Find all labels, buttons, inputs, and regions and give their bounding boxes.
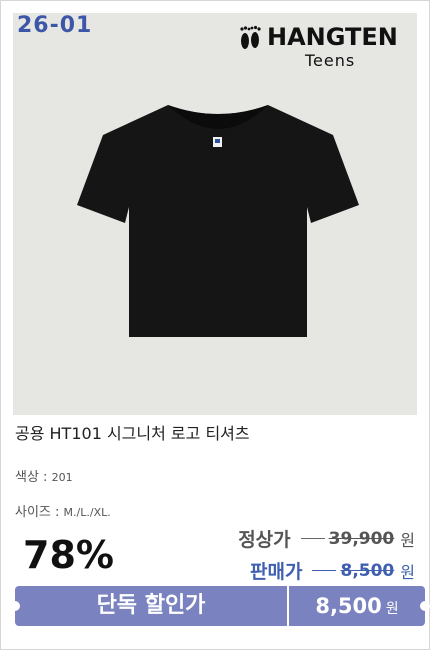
regular-price-row: 정상가 39,900 원 [238,525,415,552]
color-value: 201 [51,471,73,484]
banner-price-value: 8,500 [315,594,382,618]
regular-price-currency: 원 [400,530,415,550]
banner-notch-right [420,601,430,611]
discount-rate: 78% [23,533,114,577]
footprints-logo-icon [240,25,261,49]
product-photo[interactable]: 26-01 HANGTEN Teens [13,13,417,415]
sale-price-label: 판매가 [250,561,303,583]
size-label: 사이즈 : [15,505,60,520]
regular-price-value: 39,900 [328,528,395,549]
product-card[interactable]: 26-01 HANGTEN Teens 공용 HT101 시그니처 로고 티셔츠 [0,0,430,650]
regular-price-label: 정상가 [238,529,291,551]
sale-price-value: 8,500 [340,560,395,581]
banner-price[interactable]: 8,500 원 [289,586,425,626]
strike-line [312,570,337,571]
size-value: M./L./XL. [63,506,111,519]
black-tshirt-image [77,105,359,337]
color-option: 색상 : 201 [15,466,73,485]
product-title[interactable]: 공용 HT101 시그니처 로고 티셔츠 [15,420,250,444]
size-option: 사이즈 : M./L./XL. [15,501,111,520]
color-label: 색상 : [15,470,48,485]
sale-price-row: 판매가 8,500 원 [250,557,415,584]
banner-label[interactable]: 단독 할인가 [15,586,287,626]
banner-notch-left [10,601,20,611]
exclusive-price-banner[interactable]: 단독 할인가 8,500 원 [10,586,430,626]
strike-line [300,538,325,539]
sale-price-currency: 원 [400,562,415,582]
brand-sub: Teens [305,51,356,70]
brand-name: HANGTEN [267,23,398,51]
product-code: 26-01 [17,13,93,38]
banner-price-currency: 원 [385,601,399,617]
brand-logo: HANGTEN Teens [237,21,407,70]
